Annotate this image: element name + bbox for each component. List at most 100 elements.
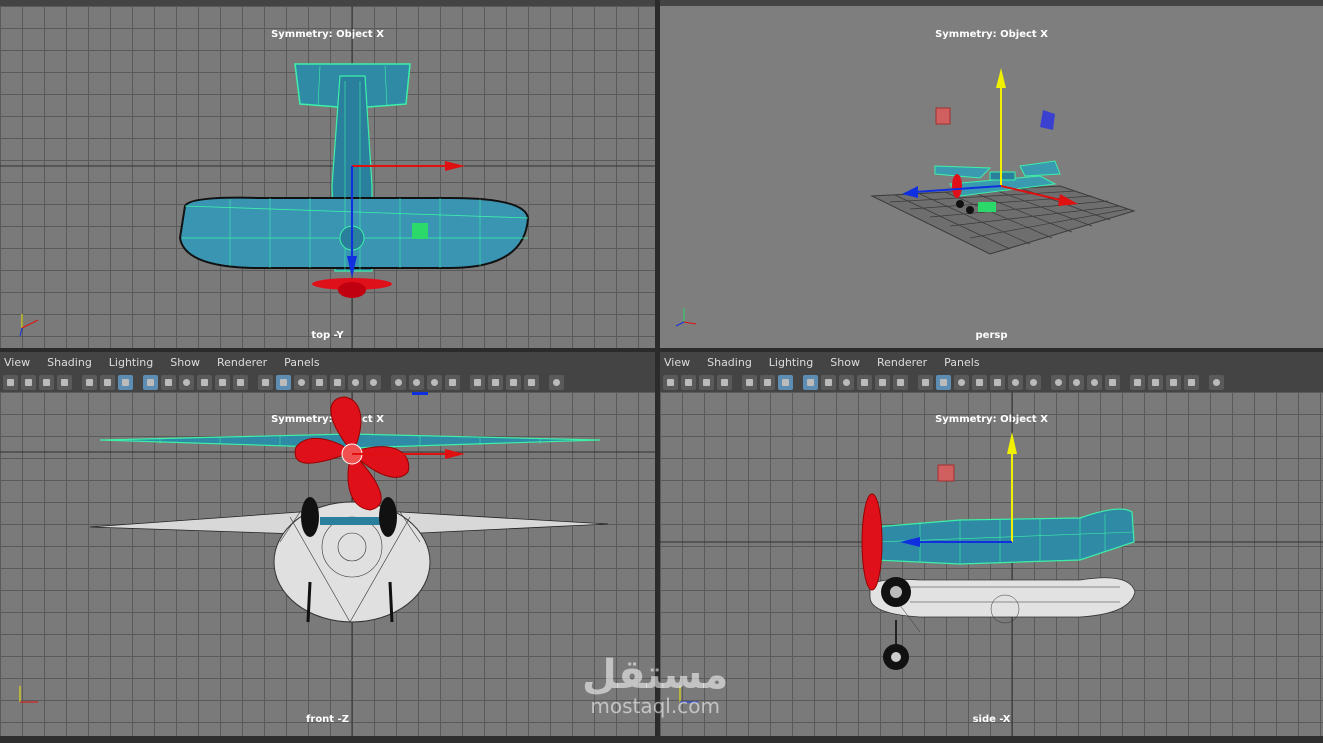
bookmark-icon[interactable] bbox=[39, 374, 54, 390]
exposure-icon[interactable] bbox=[549, 374, 564, 390]
ambient-occlusion-icon[interactable] bbox=[391, 374, 406, 390]
camera-attr-icon[interactable] bbox=[681, 374, 696, 390]
viewport-canvas[interactable]: Symmetry: Object X top -Y bbox=[0, 6, 655, 348]
panel-menubar: View Shading Lighting Show Renderer Pane… bbox=[0, 352, 655, 372]
grease-pencil-icon[interactable] bbox=[82, 374, 97, 390]
menu-panels[interactable]: Panels bbox=[944, 356, 988, 369]
xray-active-icon[interactable] bbox=[1184, 374, 1199, 390]
depth-icon[interactable] bbox=[1105, 374, 1120, 390]
image-plane-icon[interactable] bbox=[717, 374, 732, 390]
motion-blur-icon[interactable] bbox=[1069, 374, 1084, 390]
menu-shading[interactable]: Shading bbox=[707, 356, 761, 369]
separator bbox=[735, 375, 739, 390]
top-view-model[interactable] bbox=[0, 6, 655, 348]
wireframe-on-shaded-icon[interactable] bbox=[294, 374, 309, 390]
anti-alias-icon[interactable] bbox=[427, 374, 442, 390]
viewport-front[interactable]: View Shading Lighting Show Renderer Pane… bbox=[0, 352, 655, 736]
side-view-model[interactable] bbox=[660, 392, 1323, 736]
menu-show[interactable]: Show bbox=[170, 356, 209, 369]
status-strip bbox=[0, 736, 1323, 743]
viewport-splitter-vertical[interactable] bbox=[655, 0, 660, 743]
brush-icon[interactable] bbox=[778, 374, 793, 390]
wireframe-icon[interactable] bbox=[918, 374, 933, 390]
camera-attr-icon[interactable] bbox=[21, 374, 36, 390]
xray-icon[interactable] bbox=[1148, 374, 1163, 390]
light-icon[interactable] bbox=[1008, 374, 1023, 390]
ambient-occlusion-icon[interactable] bbox=[1051, 374, 1066, 390]
menu-renderer[interactable]: Renderer bbox=[877, 356, 936, 369]
viewport-canvas[interactable]: Symmetry: Object X side -X bbox=[660, 392, 1323, 736]
separator bbox=[796, 375, 800, 390]
gate-mask-icon[interactable] bbox=[857, 374, 872, 390]
gate-mask-icon[interactable] bbox=[197, 374, 212, 390]
menu-view[interactable]: View bbox=[664, 356, 699, 369]
separator bbox=[75, 375, 79, 390]
exposure-icon[interactable] bbox=[1209, 374, 1224, 390]
film-gate-icon[interactable] bbox=[161, 374, 176, 390]
brush-icon[interactable] bbox=[118, 374, 133, 390]
menu-panels[interactable]: Panels bbox=[284, 356, 328, 369]
separator bbox=[251, 375, 255, 390]
shaded-icon[interactable] bbox=[276, 374, 291, 390]
checker-icon[interactable] bbox=[990, 374, 1005, 390]
safe-action-icon[interactable] bbox=[893, 374, 908, 390]
viewport-side[interactable]: View Shading Lighting Show Renderer Pane… bbox=[660, 352, 1323, 736]
wireframe-on-shaded-icon[interactable] bbox=[954, 374, 969, 390]
xray-icon[interactable] bbox=[488, 374, 503, 390]
isolate-icon[interactable] bbox=[1130, 374, 1145, 390]
separator bbox=[542, 375, 546, 390]
bookmark-icon[interactable] bbox=[699, 374, 714, 390]
separator bbox=[1123, 375, 1127, 390]
safe-action-icon[interactable] bbox=[233, 374, 248, 390]
depth-icon[interactable] bbox=[445, 374, 460, 390]
light-icon[interactable] bbox=[348, 374, 363, 390]
separator bbox=[911, 375, 915, 390]
anti-alias-icon[interactable] bbox=[1087, 374, 1102, 390]
wireframe-icon[interactable] bbox=[258, 374, 273, 390]
shadows-icon[interactable] bbox=[1026, 374, 1041, 390]
field-chart-icon[interactable] bbox=[875, 374, 890, 390]
menu-lighting[interactable]: Lighting bbox=[769, 356, 822, 369]
resolution-gate-icon[interactable] bbox=[179, 374, 194, 390]
viewport-persp[interactable]: Symmetry: Object X persp bbox=[660, 0, 1323, 348]
menu-show[interactable]: Show bbox=[830, 356, 869, 369]
viewport-splitter-horizontal[interactable] bbox=[0, 348, 1323, 352]
image-plane-icon[interactable] bbox=[57, 374, 72, 390]
menu-renderer[interactable]: Renderer bbox=[217, 356, 276, 369]
grid-icon[interactable] bbox=[803, 374, 818, 390]
camera-icon[interactable] bbox=[3, 374, 18, 390]
separator bbox=[1202, 375, 1206, 390]
menu-shading[interactable]: Shading bbox=[47, 356, 101, 369]
xray-active-icon[interactable] bbox=[524, 374, 539, 390]
viewport-top[interactable]: Symmetry: Object X top -Y bbox=[0, 0, 655, 348]
textured-icon[interactable] bbox=[972, 374, 987, 390]
menu-lighting[interactable]: Lighting bbox=[109, 356, 162, 369]
isolate-icon[interactable] bbox=[470, 374, 485, 390]
front-view-model[interactable] bbox=[0, 392, 655, 736]
separator bbox=[136, 375, 140, 390]
viewport-canvas[interactable]: Symmetry: Object X persp bbox=[660, 6, 1323, 348]
motion-blur-icon[interactable] bbox=[409, 374, 424, 390]
separator bbox=[463, 375, 467, 390]
paint-icon[interactable] bbox=[100, 374, 115, 390]
menu-view[interactable]: View bbox=[4, 356, 39, 369]
field-chart-icon[interactable] bbox=[215, 374, 230, 390]
panel-menubar: View Shading Lighting Show Renderer Pane… bbox=[660, 352, 1323, 372]
grease-pencil-icon[interactable] bbox=[742, 374, 757, 390]
xray-joints-icon[interactable] bbox=[1166, 374, 1181, 390]
separator bbox=[384, 375, 388, 390]
xray-joints-icon[interactable] bbox=[506, 374, 521, 390]
checker-icon[interactable] bbox=[330, 374, 345, 390]
viewport-canvas[interactable]: Symmetry: Object X front -Z bbox=[0, 392, 655, 736]
shadows-icon[interactable] bbox=[366, 374, 381, 390]
film-gate-icon[interactable] bbox=[821, 374, 836, 390]
grid-icon[interactable] bbox=[143, 374, 158, 390]
paint-icon[interactable] bbox=[760, 374, 775, 390]
resolution-gate-icon[interactable] bbox=[839, 374, 854, 390]
watermark-arabic: مستقل bbox=[582, 652, 729, 698]
camera-icon[interactable] bbox=[663, 374, 678, 390]
persp-view-model[interactable] bbox=[660, 6, 1323, 348]
panel-toolbar bbox=[660, 372, 1323, 392]
textured-icon[interactable] bbox=[312, 374, 327, 390]
shaded-icon[interactable] bbox=[936, 374, 951, 390]
